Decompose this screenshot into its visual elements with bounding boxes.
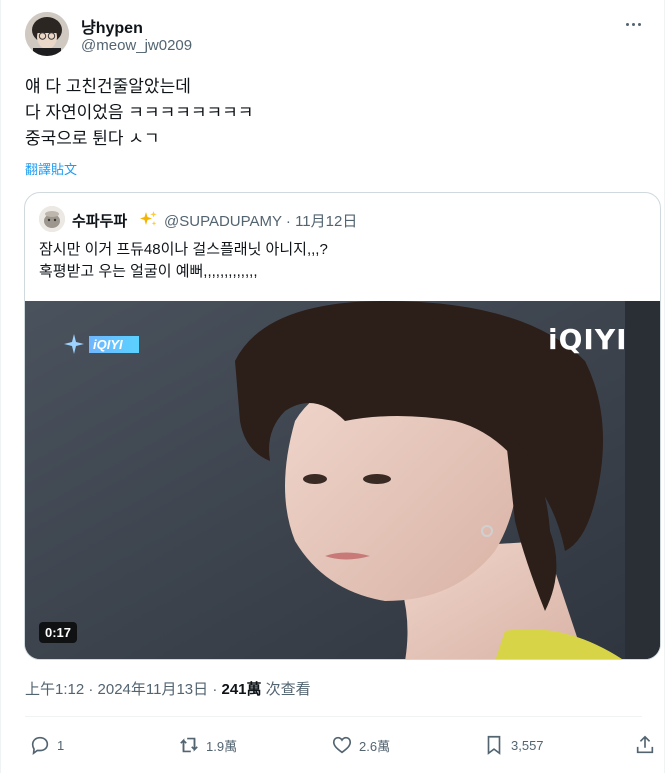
iqiyi-watermark-large: iQIYI bbox=[548, 323, 628, 356]
tweet-card: 냥hypen @meow_jw0209 얘 다 고친건줄알았는데 다 자연이었음… bbox=[0, 0, 665, 773]
bookmark-count: 3,557 bbox=[511, 737, 544, 753]
tweet-meta: 上午1:12 · 2024年11月13日 · 241萬 次查看 bbox=[25, 678, 311, 699]
timestamp-link[interactable]: 上午1:12 · 2024年11月13日 · bbox=[25, 681, 221, 698]
bookmark-icon bbox=[487, 735, 501, 755]
tweet-text: 얘 다 고친건줄알았는데 다 자연이었음 ㅋㅋㅋㅋㅋㅋㅋㅋ 중국으로 튄다 ㅅㄱ bbox=[25, 74, 253, 152]
star-icon bbox=[64, 334, 84, 354]
reply-icon bbox=[31, 736, 49, 756]
views-count: 241萬 bbox=[221, 681, 262, 698]
iqiyi-small-text: iQIYI bbox=[89, 335, 139, 353]
author-avatar[interactable] bbox=[25, 12, 69, 56]
translate-post-link[interactable]: 翻譯貼文 bbox=[25, 159, 77, 178]
quoted-tweet[interactable]: 수파두파 @SUPADUPAMY · 11月12日 잠시만 이거 프듀48이나 … bbox=[24, 192, 661, 660]
like-count: 2.6萬 bbox=[359, 738, 391, 754]
quote-text: 잠시만 이거 프듀48이나 걸스플래닛 아니지,,,? 혹평받고 우는 얼굴이 … bbox=[39, 239, 328, 283]
tweet-text-line: 중국으로 튄다 ㅅㄱ bbox=[25, 129, 160, 148]
video-player[interactable]: iQIYI iQIYI 0:17 bbox=[25, 301, 660, 659]
retweet-icon bbox=[180, 737, 198, 753]
quote-text-line: 혹평받고 우는 얼굴이 예뻐,,,,,,,,,,,,, bbox=[39, 263, 258, 280]
author-name[interactable]: 냥hypen bbox=[81, 14, 143, 38]
quote-handle-date[interactable]: @SUPADUPAMY · 11月12日 bbox=[164, 210, 357, 231]
author-handle[interactable]: @meow_jw0209 bbox=[81, 37, 192, 54]
bookmark-button[interactable]: 3,557 bbox=[483, 733, 544, 757]
action-bar: 1 1.9萬 2.6萬 3,557 bbox=[1, 733, 665, 757]
views-label: 次查看 bbox=[261, 681, 311, 698]
iqiyi-watermark-small: iQIYI bbox=[63, 333, 139, 355]
tweet-text-line: 다 자연이었음 ㅋㅋㅋㅋㅋㅋㅋㅋ bbox=[25, 103, 254, 122]
share-button[interactable] bbox=[634, 733, 662, 757]
retweet-button[interactable]: 1.9萬 bbox=[178, 733, 237, 757]
quote-author-avatar[interactable] bbox=[39, 206, 65, 232]
share-icon bbox=[636, 735, 654, 754]
reply-count: 1 bbox=[57, 737, 65, 753]
tweet-text-line: 얘 다 고친건줄알았는데 bbox=[25, 77, 191, 96]
quote-text-line: 잠시만 이거 프듀48이나 걸스플래닛 아니지,,,? bbox=[39, 241, 328, 258]
sparkle-emoji-icon bbox=[139, 209, 159, 234]
like-button[interactable]: 2.6萬 bbox=[331, 733, 390, 757]
video-duration-badge: 0:17 bbox=[39, 622, 78, 643]
divider bbox=[25, 716, 642, 717]
heart-icon bbox=[332, 736, 352, 754]
reply-button[interactable]: 1 bbox=[29, 733, 64, 757]
quote-author-name[interactable]: 수파두파 bbox=[72, 210, 127, 231]
more-options-icon[interactable] bbox=[619, 14, 647, 34]
retweet-count: 1.9萬 bbox=[206, 738, 238, 754]
